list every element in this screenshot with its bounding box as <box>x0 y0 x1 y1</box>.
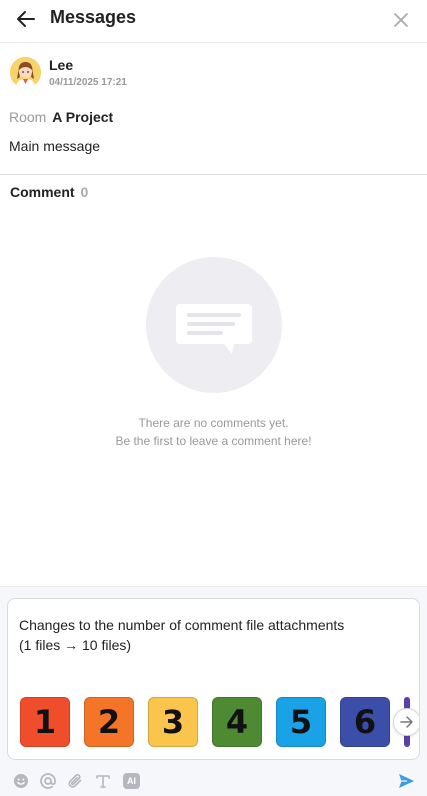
author-name: Lee <box>49 57 74 73</box>
close-icon[interactable] <box>389 8 413 32</box>
mention-icon[interactable] <box>39 772 57 790</box>
attachment-thumbnail[interactable]: 1 <box>20 697 70 747</box>
arrow-left-icon[interactable] <box>14 7 38 31</box>
attachment-thumbnail[interactable]: 4 <box>212 697 262 747</box>
attachment-thumbnail[interactable]: 2 <box>84 697 134 747</box>
ai-label: AI <box>123 773 140 789</box>
next-attachments-button[interactable] <box>393 708 419 736</box>
page-title: Messages <box>50 7 137 27</box>
text-format-icon[interactable] <box>94 772 112 790</box>
empty-state-line1: There are no comments yet. <box>138 416 289 430</box>
comment-composer[interactable]: Changes to the number of comment file at… <box>7 598 420 760</box>
ai-icon[interactable]: AI <box>123 772 141 790</box>
attachment-icon[interactable] <box>66 772 84 790</box>
header: Messages <box>0 0 427 43</box>
post-timestamp: 04/11/2025 17:21 <box>49 77 127 88</box>
comment-header: Comment 0 <box>10 184 88 200</box>
emoji-icon[interactable] <box>12 772 30 790</box>
avatar[interactable] <box>10 57 41 88</box>
attachment-thumbnail[interactable]: 6 <box>340 697 390 747</box>
arrow-right-icon <box>400 716 413 728</box>
room-label: Room <box>9 109 47 125</box>
room-name[interactable]: A Project <box>52 109 113 125</box>
empty-state-illustration <box>146 257 282 393</box>
chat-bubble-icon <box>176 304 252 354</box>
comment-label: Comment <box>10 184 75 200</box>
attachment-thumbnail[interactable]: 5 <box>276 697 326 747</box>
attachment-list: 1 2 3 4 5 6 <box>20 697 419 749</box>
comment-count: 0 <box>80 184 89 200</box>
empty-state-text: There are no comments yet. Be the first … <box>0 414 427 450</box>
divider <box>0 174 427 175</box>
comment-input[interactable]: Changes to the number of comment file at… <box>19 615 409 655</box>
attachment-thumbnail[interactable]: 3 <box>148 697 198 747</box>
empty-state-line2: Be the first to leave a comment here! <box>115 434 312 448</box>
room-line: Room A Project <box>9 109 113 125</box>
send-icon[interactable] <box>396 771 416 791</box>
main-message: Main message <box>9 138 101 154</box>
